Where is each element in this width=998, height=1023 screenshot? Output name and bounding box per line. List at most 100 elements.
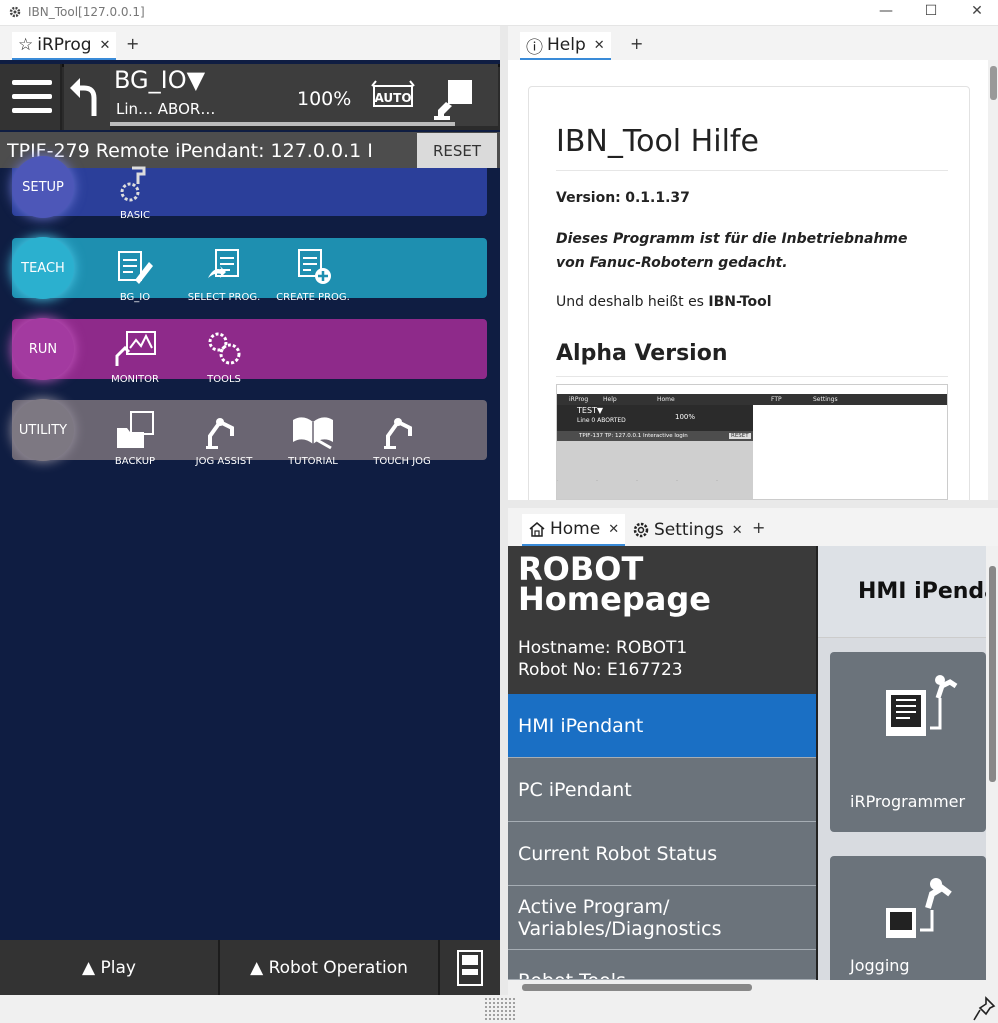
robot-arm-icon (384, 418, 412, 449)
robot-number: Robot No: E167723 (518, 660, 683, 680)
window-titlebar: IBN_Tool[127.0.0.1] — ☐ ✕ (0, 0, 998, 26)
resize-grip[interactable] (484, 997, 516, 1021)
home-tabbar: Home ✕ Settings ✕ + (508, 508, 998, 546)
divider (556, 170, 948, 171)
basic-item[interactable]: BASIC (91, 164, 179, 221)
line-status: Lin… ABOR… (116, 100, 216, 118)
pendant-device-icon (457, 949, 483, 986)
create-prog-item[interactable]: CREATE PROG. (269, 248, 357, 303)
nav-hmi-ipendant[interactable]: HMI iPendant (508, 694, 816, 758)
auto-mode-label: AUTO (374, 91, 411, 105)
pendant-toggle-button[interactable] (440, 940, 500, 995)
backup-folder-icon (117, 411, 154, 448)
preview-screenshot: iRProg Help Home FTP Settings TEST▼ Line… (556, 384, 948, 500)
irprogrammer-label: iRProgrammer (850, 792, 966, 811)
close-tab-icon[interactable]: ✕ (594, 38, 605, 53)
add-tab-button[interactable]: + (126, 34, 139, 53)
preview-tabs: iRProg Help Home FTP Settings (557, 394, 947, 405)
dropdown-arrow-icon: ▼ (186, 66, 206, 94)
left-tabbar: ☆ iRProg ✕ + (0, 26, 500, 60)
window-title: IBN_Tool[127.0.0.1] (28, 5, 145, 19)
add-tab-button[interactable]: + (630, 34, 643, 53)
run-circle[interactable]: RUN (12, 318, 74, 380)
menu-button[interactable] (0, 64, 62, 130)
back-button[interactable] (64, 64, 110, 130)
preview-canvas (557, 441, 753, 499)
minimize-button[interactable]: — (874, 3, 898, 19)
teach-pendant-icon[interactable] (432, 78, 476, 120)
reset-button[interactable]: RESET (417, 133, 497, 168)
jogging-device-icon (886, 878, 952, 938)
hmi-title: HMI iPendant (818, 546, 998, 638)
pin-icon[interactable] (972, 996, 996, 1022)
bg-io-item[interactable]: BG_IO (91, 248, 179, 303)
ipendant-pane: BG_IO▼ Lin… ABOR… 100% AUTO TPIF-279 Rem… (0, 60, 500, 995)
touch-jog-item[interactable]: TOUCH JOG (358, 410, 446, 467)
robot-operation-button[interactable]: ▲ Robot Operation (220, 940, 440, 995)
help-scroll-thumb[interactable] (990, 66, 997, 100)
close-tab-icon[interactable]: ✕ (100, 38, 111, 53)
alpha-heading: Alpha Version (556, 341, 728, 366)
jog-assist-item[interactable]: JOG ASSIST (180, 410, 268, 467)
override-value[interactable]: 100% (297, 88, 351, 110)
close-window-button[interactable]: ✕ (965, 3, 989, 19)
divider (556, 376, 948, 377)
nav-robot-tools[interactable]: Robot Tools (508, 950, 816, 980)
tab-label: iRProg (37, 35, 92, 55)
tab-help[interactable]: ⓘ Help ✕ (520, 32, 611, 60)
horizontal-splitter[interactable] (508, 500, 998, 508)
info-icon: ⓘ (526, 37, 543, 58)
tab-home[interactable]: Home ✕ (522, 514, 626, 546)
utility-circle[interactable]: UTILITY (12, 399, 74, 461)
close-tab-icon[interactable]: ✕ (608, 522, 619, 537)
pendant-bottom-bar: ▲ Play ▲ Robot Operation (0, 940, 500, 995)
nav-pc-ipendant[interactable]: PC iPendant (508, 758, 816, 822)
select-prog-item[interactable]: SELECT PROG. (180, 248, 268, 303)
ibn-line: Und deshalb heißt es IBN-Tool (556, 294, 772, 310)
edit-program-icon (118, 251, 153, 284)
robot-title: ROBOT Homepage (518, 550, 711, 618)
tab-settings[interactable]: Settings ✕ (626, 514, 749, 546)
robot-gear-icon (120, 166, 146, 202)
hostname: Hostname: ROBOT1 (518, 638, 688, 658)
program-name[interactable]: BG_IO▼ (114, 66, 205, 94)
setup-circle[interactable]: SETUP (12, 156, 74, 218)
setup-row (12, 168, 487, 216)
tab-irprog[interactable]: ☆ iRProg ✕ (12, 32, 117, 60)
preview-status: TPIF-137 TP: 127.0.0.1 Interactive login… (557, 431, 753, 441)
tab-label: Help (547, 35, 586, 55)
preview-header: TEST▼ Line 0 ABORTED 100% (557, 405, 753, 431)
home-icon (529, 522, 545, 537)
select-program-icon (208, 249, 239, 278)
backup-item[interactable]: BACKUP (91, 410, 179, 467)
gears-icon (208, 332, 241, 365)
help-title: IBN_Tool Hilfe (556, 124, 759, 159)
vertical-splitter[interactable] (500, 26, 508, 995)
preview-titlebar (557, 385, 947, 394)
version-line: Version: 0.1.1.37 (556, 190, 690, 206)
maximize-button[interactable]: ☐ (919, 3, 943, 19)
progress-bar (110, 122, 455, 126)
tools-item[interactable]: TOOLS (180, 328, 268, 385)
robot-arm-icon (206, 418, 234, 449)
help-scrollbar[interactable] (988, 60, 998, 500)
star-icon: ☆ (18, 35, 34, 55)
play-button[interactable]: ▲ Play (0, 940, 220, 995)
teach-circle[interactable]: TEACH (12, 237, 74, 299)
tutorial-item[interactable]: TUTORIAL (269, 410, 357, 467)
nav-active-program[interactable]: Active Program/ Variables/Diagnostics (508, 886, 816, 950)
monitor-icon (115, 331, 156, 366)
irprogrammer-tile[interactable]: iRProgrammer (830, 652, 986, 832)
add-tab-button[interactable]: + (752, 518, 765, 537)
home-hscroll-thumb[interactable] (522, 984, 752, 991)
monitor-item[interactable]: MONITOR (91, 328, 179, 385)
jogging-label: Jogging (850, 956, 910, 975)
close-tab-icon[interactable]: ✕ (732, 523, 743, 538)
intro-text: Dieses Programm ist für die Inbetriebnah… (556, 231, 908, 271)
auto-mode-icon: AUTO (371, 80, 415, 107)
nav-current-robot-status[interactable]: Current Robot Status (508, 822, 816, 886)
create-program-icon (298, 249, 331, 284)
jogging-tile[interactable]: Jogging (830, 856, 986, 980)
home-vscroll-thumb[interactable] (989, 566, 996, 782)
back-arrow-icon (70, 78, 97, 116)
